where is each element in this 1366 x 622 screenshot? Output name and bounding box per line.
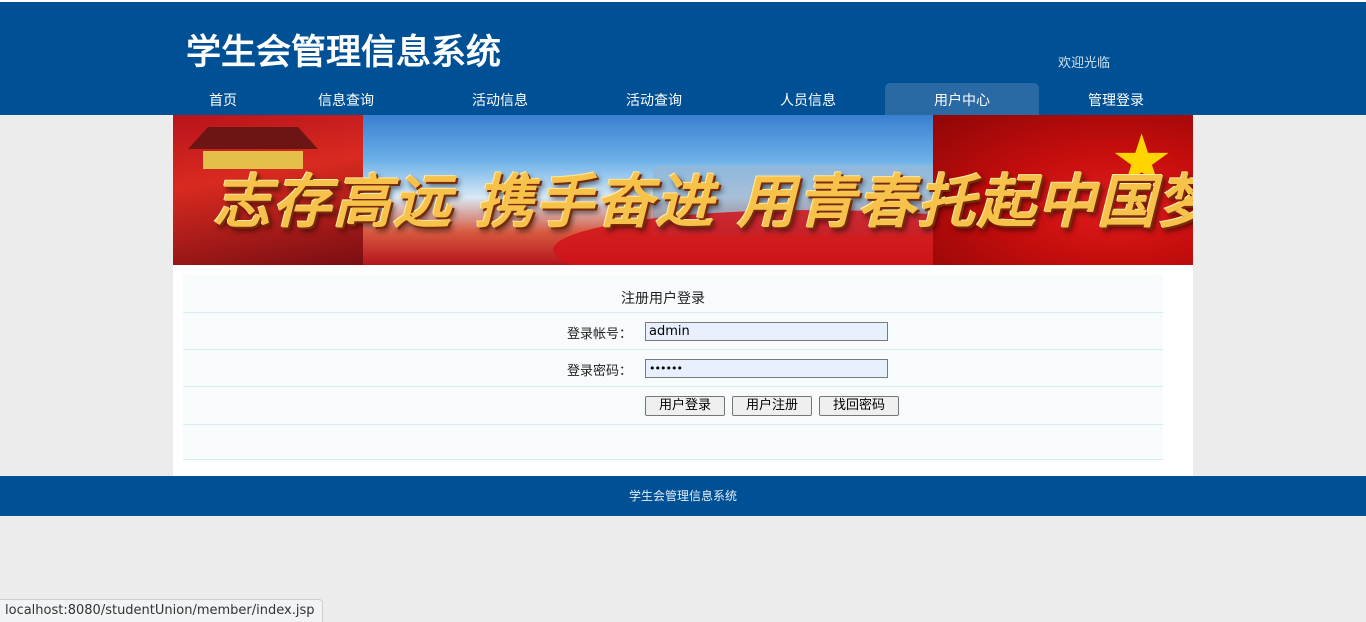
empty-row [183, 425, 1163, 460]
welcome-text: 欢迎光临 [1058, 56, 1111, 71]
password-input[interactable]: •••••• [645, 359, 888, 378]
site-header: 学生会管理信息系统 欢迎光临 首页 信息查询 活动信息 活动查询 人员信息 用户… [0, 2, 1366, 115]
nav-item-info-query[interactable]: 信息查询 [269, 83, 423, 115]
site-footer: 学生会管理信息系统 [0, 476, 1366, 516]
button-row: 用户登录 用户注册 找回密码 [183, 387, 1163, 425]
register-button[interactable]: 用户注册 [732, 396, 812, 416]
banner-image: ★ 志存高远 携手奋进 用青春托起中国梦 [173, 115, 1193, 265]
nav-item-user-center[interactable]: 用户中心 [885, 83, 1039, 115]
login-button[interactable]: 用户登录 [645, 396, 725, 416]
banner-slogan: 志存高远 携手奋进 用青春托起中国梦 [213, 168, 1193, 236]
nav-item-activity-query[interactable]: 活动查询 [577, 83, 731, 115]
password-row: 登录密码： •••••• [183, 350, 1163, 387]
main-nav: 首页 信息查询 活动信息 活动查询 人员信息 用户中心 管理登录 [173, 83, 1193, 115]
account-input[interactable] [645, 322, 888, 341]
main-content: 注册用户登录 登录帐号： 登录密码： •••••• 用户登录 用户注册 找回密码 [173, 265, 1193, 476]
site-title: 学生会管理信息系统 [186, 33, 502, 73]
nav-item-admin-login[interactable]: 管理登录 [1039, 83, 1193, 115]
account-label: 登录帐号： [567, 327, 633, 342]
browser-status-bar: localhost:8080/studentUnion/member/index… [0, 599, 324, 622]
nav-item-personnel-info[interactable]: 人员信息 [731, 83, 885, 115]
nav-item-activity-info[interactable]: 活动信息 [423, 83, 577, 115]
password-label: 登录密码： [567, 364, 633, 379]
recover-password-button[interactable]: 找回密码 [819, 396, 899, 416]
form-title-row: 注册用户登录 [183, 275, 1163, 313]
login-form: 注册用户登录 登录帐号： 登录密码： •••••• 用户登录 用户注册 找回密码 [183, 275, 1163, 460]
form-title: 注册用户登录 [621, 291, 705, 307]
account-row: 登录帐号： [183, 313, 1163, 350]
